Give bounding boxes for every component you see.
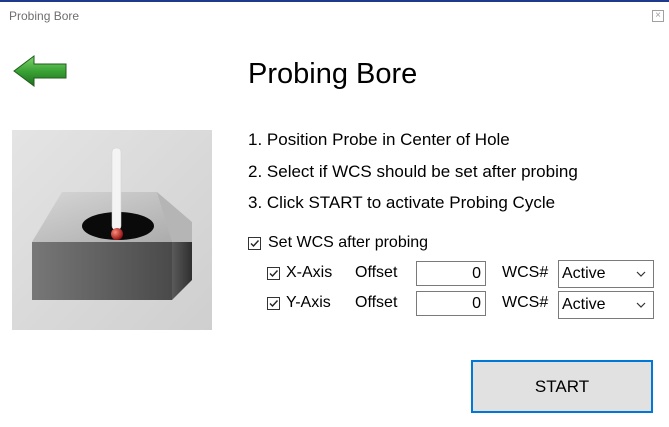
back-arrow-icon[interactable] (12, 54, 68, 88)
instruction-step-2: 2. Select if WCS should be set after pro… (248, 162, 578, 181)
y-wcs-label: WCS# (502, 294, 549, 311)
set-wcs-label: Set WCS after probing (268, 234, 429, 251)
chevron-down-icon (636, 302, 646, 308)
instruction-step-3: 3. Click START to activate Probing Cycle (248, 193, 556, 212)
page-title: Probing Bore (248, 58, 418, 90)
probing-bore-window: Probing Bore × Probing Bore 1. Position … (0, 0, 669, 427)
x-wcs-value: Active (562, 265, 606, 282)
title-bar-accent (0, 0, 669, 2)
start-button[interactable]: START (471, 360, 653, 413)
instruction-step-1: 1. Position Probe in Center of Hole (248, 130, 510, 149)
x-offset-input[interactable]: 0 (416, 261, 486, 286)
y-offset-input[interactable]: 0 (416, 291, 486, 316)
x-wcs-label: WCS# (502, 264, 549, 281)
y-wcs-select[interactable]: Active (558, 291, 654, 319)
close-icon[interactable]: × (652, 10, 664, 22)
x-offset-label: Offset (355, 264, 398, 281)
probe-illustration (12, 130, 212, 330)
y-axis-checkbox[interactable] (267, 297, 280, 310)
y-offset-label: Offset (355, 294, 398, 311)
set-wcs-checkbox[interactable] (248, 237, 261, 250)
window-title: Probing Bore (9, 9, 80, 23)
y-wcs-value: Active (562, 296, 606, 313)
title-bar: Probing Bore × (0, 0, 669, 30)
x-axis-label: X-Axis (286, 264, 333, 281)
x-axis-checkbox[interactable] (267, 267, 280, 280)
y-axis-label: Y-Axis (286, 294, 331, 311)
chevron-down-icon (636, 271, 646, 277)
x-wcs-select[interactable]: Active (558, 260, 654, 288)
